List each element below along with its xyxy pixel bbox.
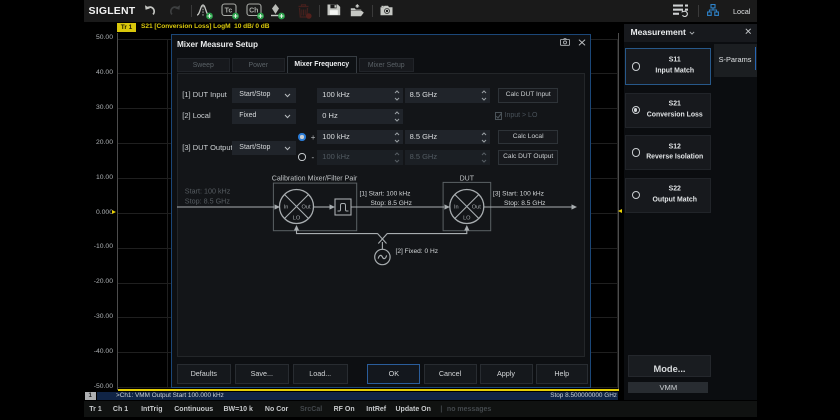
svg-text:In: In	[453, 205, 458, 211]
svg-text:Stop: 8.5 GHz: Stop: 8.5 GHz	[370, 200, 411, 207]
svg-text:Out: Out	[301, 205, 310, 211]
svg-text:Calibration Mixer/Filter Pair: Calibration Mixer/Filter Pair	[271, 175, 357, 183]
svg-text:DUT: DUT	[459, 176, 474, 183]
svg-text:Tc: Tc	[225, 8, 233, 15]
svg-text:Start: 100 kHz: Start: 100 kHz	[184, 187, 230, 196]
svg-text:Out: Out	[471, 205, 480, 211]
svg-text:Stop: 8.5 GHz: Stop: 8.5 GHz	[504, 200, 545, 207]
svg-text:[3] Start: 100 kHz: [3] Start: 100 kHz	[493, 190, 544, 197]
svg-text:Stop: 8.5 GHz: Stop: 8.5 GHz	[184, 197, 230, 206]
svg-text:[2] Fixed: 0 Hz: [2] Fixed: 0 Hz	[395, 248, 438, 255]
svg-text:In: In	[283, 205, 288, 211]
svg-text:Ch: Ch	[249, 8, 258, 15]
svg-text:[1] Start: 100 kHz: [1] Start: 100 kHz	[359, 190, 410, 197]
svg-text:LO: LO	[292, 216, 300, 222]
svg-text:LO: LO	[463, 216, 471, 222]
